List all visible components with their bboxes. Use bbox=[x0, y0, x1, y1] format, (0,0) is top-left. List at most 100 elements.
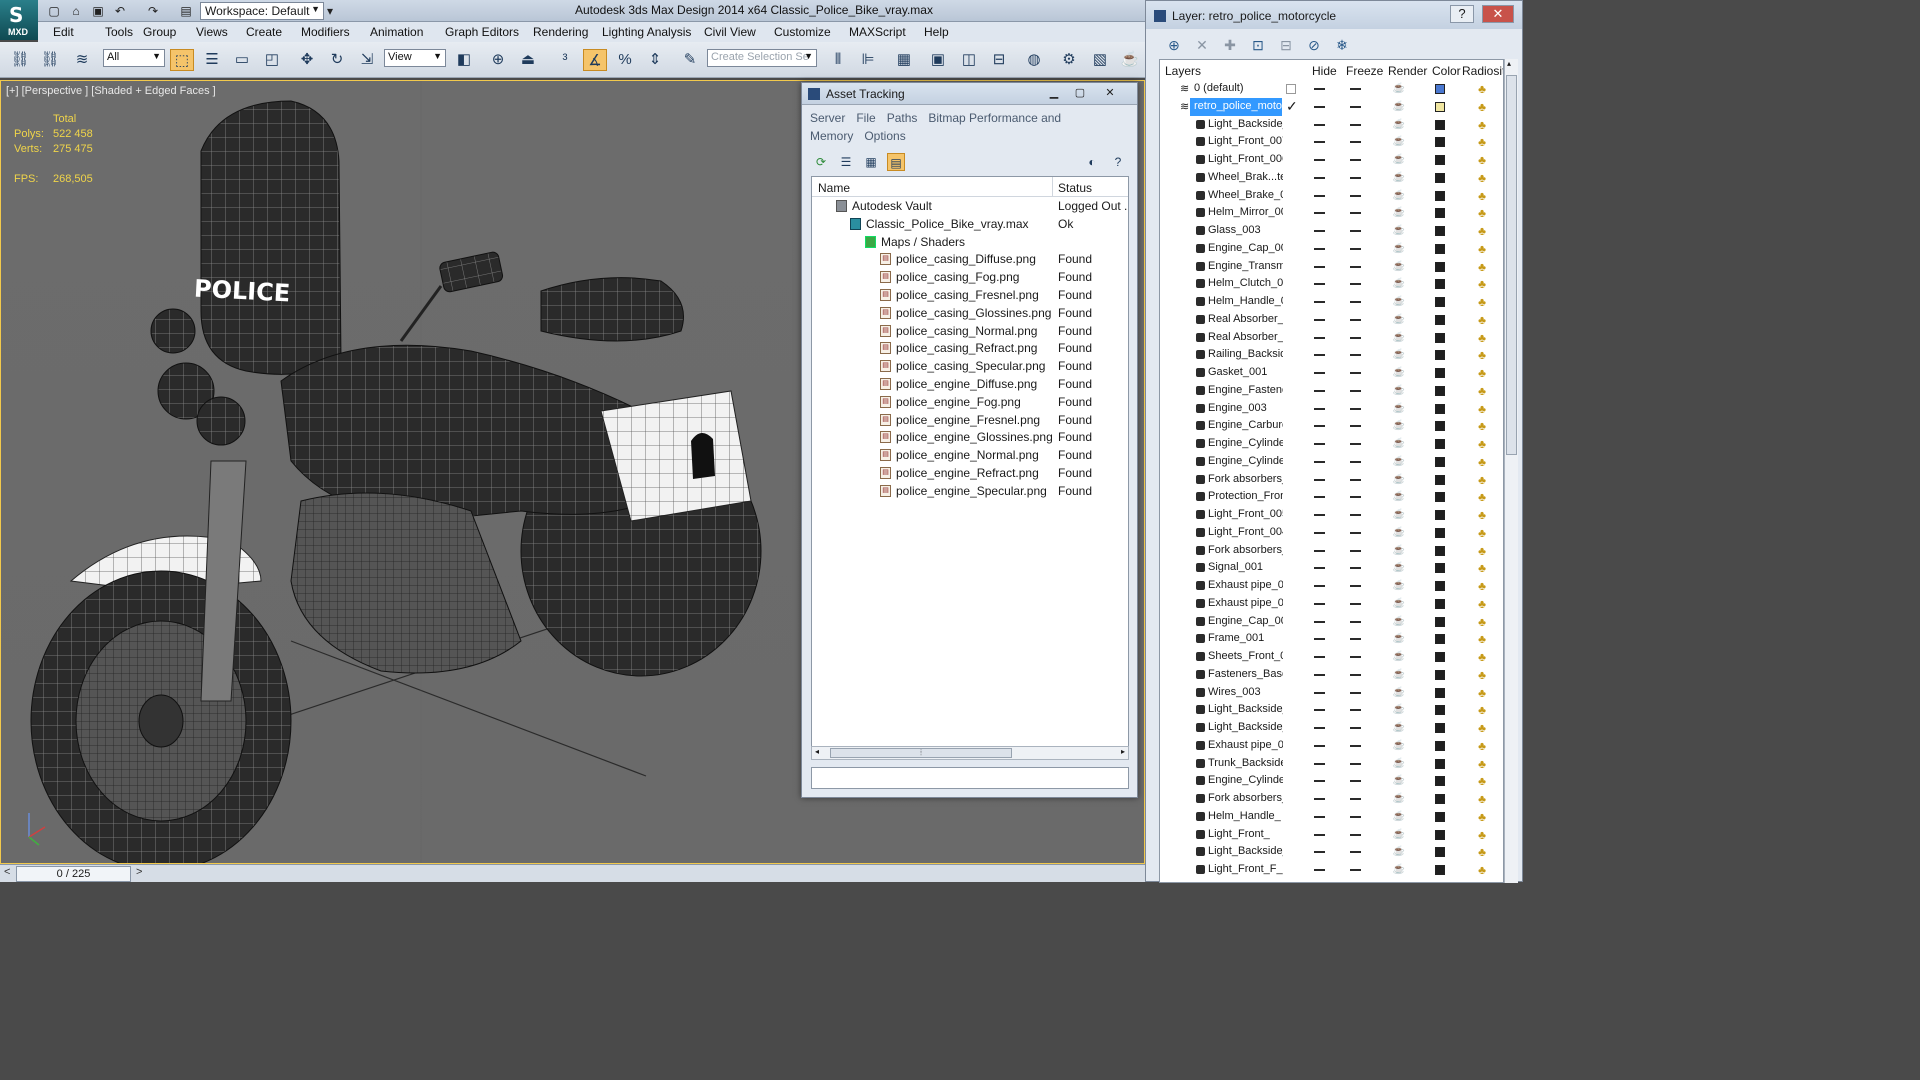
hide-toggle[interactable] bbox=[1314, 478, 1325, 481]
curve-editor-icon[interactable]: ◫ bbox=[957, 49, 981, 71]
render-teapot-icon[interactable]: ☕ bbox=[1392, 651, 1406, 662]
hide-all-icon[interactable]: ⊘ bbox=[1304, 35, 1324, 55]
layer-object-row[interactable]: Wheel_Brake_00 ☕ ♣ bbox=[1160, 187, 1503, 205]
color-swatch[interactable] bbox=[1435, 421, 1445, 432]
freeze-toggle[interactable] bbox=[1350, 372, 1361, 374]
color-swatch[interactable] bbox=[1435, 581, 1445, 591]
radiosity-icon[interactable]: ♣ bbox=[1474, 276, 1490, 292]
hide-toggle[interactable] bbox=[1314, 780, 1325, 783]
app-logo-button[interactable]: S MXD bbox=[0, 0, 38, 40]
material-editor-icon[interactable]: ◍ bbox=[1022, 49, 1046, 71]
radiosity-icon[interactable]: ♣ bbox=[1474, 205, 1490, 221]
reference-coordinate-dropdown[interactable]: View ▼ bbox=[384, 49, 446, 67]
render-teapot-icon[interactable]: ☕ bbox=[1392, 687, 1406, 698]
freeze-toggle[interactable] bbox=[1350, 798, 1361, 800]
freeze-toggle[interactable] bbox=[1350, 88, 1361, 90]
freeze-toggle[interactable] bbox=[1350, 301, 1361, 303]
hide-toggle[interactable] bbox=[1314, 194, 1325, 197]
render-teapot-icon[interactable]: ☕ bbox=[1392, 722, 1406, 733]
layer-object-row[interactable]: Helm_Handle_ ☕ ♣ bbox=[1160, 808, 1503, 826]
asset-row[interactable]: ▤ police_casing_Normal.png Found bbox=[812, 322, 1128, 340]
scroll-right-icon[interactable]: ▸ bbox=[1121, 747, 1125, 756]
freeze-toggle[interactable] bbox=[1350, 620, 1361, 623]
radiosity-icon[interactable]: ♣ bbox=[1474, 667, 1490, 683]
asset-menu-file[interactable]: File bbox=[856, 111, 875, 125]
hide-toggle[interactable] bbox=[1314, 869, 1325, 871]
hide-toggle[interactable] bbox=[1314, 620, 1325, 623]
hide-toggle[interactable] bbox=[1314, 602, 1325, 605]
freeze-toggle[interactable] bbox=[1350, 531, 1361, 534]
freeze-toggle[interactable] bbox=[1350, 780, 1361, 783]
redo-icon[interactable]: ↷ bbox=[145, 3, 161, 19]
color-swatch[interactable] bbox=[1435, 616, 1445, 627]
snaps-toggle-icon[interactable]: ³ bbox=[553, 49, 577, 71]
layer-row-active[interactable]: ≋ retro_police_motorc ✓ ☕ ♣ bbox=[1160, 97, 1503, 116]
layer-object-row[interactable]: Light_Backside_M ☕ ♣ bbox=[1160, 843, 1503, 861]
color-swatch[interactable] bbox=[1435, 705, 1445, 716]
hide-toggle[interactable] bbox=[1314, 105, 1325, 108]
color-swatch[interactable] bbox=[1435, 563, 1445, 574]
layer-object-row[interactable]: Glass_003 ☕ ♣ bbox=[1160, 222, 1503, 240]
new-file-icon[interactable]: ▢ bbox=[46, 3, 62, 19]
radiosity-icon[interactable]: ♣ bbox=[1474, 702, 1490, 718]
freeze-toggle[interactable] bbox=[1350, 496, 1361, 499]
asset-row[interactable]: ▤ police_engine_Glossines.png Found bbox=[812, 428, 1128, 446]
freeze-toggle[interactable] bbox=[1350, 514, 1361, 516]
schematic-view-icon[interactable]: ⊟ bbox=[987, 49, 1011, 71]
layer-object-row[interactable]: Engine_Cap_004 ☕ ♣ bbox=[1160, 240, 1503, 258]
menu-animation[interactable]: Animation bbox=[370, 25, 423, 39]
hide-toggle[interactable] bbox=[1314, 549, 1325, 552]
asset-row[interactable]: ▤ police_engine_Fresnel.png Found bbox=[812, 411, 1128, 429]
radiosity-icon[interactable]: ♣ bbox=[1474, 347, 1490, 363]
radiosity-icon[interactable]: ♣ bbox=[1474, 614, 1490, 630]
layer-object-row[interactable]: Exhaust pipe_00 ☕ ♣ bbox=[1160, 595, 1503, 613]
color-swatch[interactable] bbox=[1435, 84, 1445, 94]
layer-object-row[interactable]: Light_Front_007 ☕ ♣ bbox=[1160, 133, 1503, 151]
asset-row[interactable]: ▤ police_casing_Glossines.png Found bbox=[812, 304, 1128, 322]
color-swatch[interactable] bbox=[1435, 598, 1445, 609]
render-teapot-icon[interactable]: ☕ bbox=[1392, 403, 1406, 414]
radiosity-icon[interactable]: ♣ bbox=[1474, 259, 1490, 275]
asset-row[interactable]: ▤ police_casing_Diffuse.png Found bbox=[812, 250, 1128, 268]
hide-toggle[interactable] bbox=[1314, 425, 1325, 428]
render-teapot-icon[interactable]: ☕ bbox=[1392, 598, 1406, 609]
radiosity-icon[interactable]: ♣ bbox=[1474, 489, 1490, 505]
radiosity-icon[interactable]: ♣ bbox=[1474, 560, 1490, 576]
color-swatch[interactable] bbox=[1435, 385, 1445, 396]
render-teapot-icon[interactable]: ☕ bbox=[1392, 136, 1406, 147]
render-teapot-icon[interactable]: ☕ bbox=[1392, 101, 1406, 112]
column-divider[interactable] bbox=[1052, 177, 1053, 197]
menu-maxscript[interactable]: MAXScript bbox=[849, 25, 906, 39]
layer-object-row[interactable]: Exhaust pipe_00 ☕ ♣ bbox=[1160, 577, 1503, 595]
asset-row[interactable]: Classic_Police_Bike_vray.max Ok bbox=[812, 215, 1128, 233]
hide-toggle[interactable] bbox=[1314, 354, 1325, 357]
rotate-icon[interactable]: ↻ bbox=[325, 49, 349, 71]
radiosity-icon[interactable]: ♣ bbox=[1474, 312, 1490, 328]
freeze-toggle[interactable] bbox=[1350, 425, 1361, 428]
radiosity-icon[interactable]: ♣ bbox=[1474, 596, 1490, 612]
hide-toggle[interactable] bbox=[1314, 656, 1325, 658]
mirror-icon[interactable]: ⫴ bbox=[826, 49, 850, 71]
thumbnail-view-icon[interactable]: ▦ bbox=[862, 153, 880, 171]
render-teapot-icon[interactable]: ☕ bbox=[1392, 846, 1406, 857]
scrollbar-thumb[interactable] bbox=[1506, 75, 1517, 455]
workspace-dropdown[interactable]: Workspace: Default ▼ bbox=[200, 2, 324, 20]
highlight-layer-icon[interactable]: ⊟ bbox=[1276, 35, 1296, 55]
scene-explorer-icon[interactable]: ▣ bbox=[926, 49, 950, 71]
unlink-icon[interactable]: ⛓ bbox=[38, 49, 62, 71]
layer-object-row[interactable]: Wires_003 ☕ ♣ bbox=[1160, 684, 1503, 702]
menu-modifiers[interactable]: Modifiers bbox=[301, 25, 350, 39]
hide-toggle[interactable] bbox=[1314, 283, 1325, 286]
layer-object-row[interactable]: Engine_003 ☕ ♣ bbox=[1160, 400, 1503, 418]
render-teapot-icon[interactable]: ☕ bbox=[1392, 474, 1406, 485]
render-teapot-icon[interactable]: ☕ bbox=[1392, 509, 1406, 520]
render-teapot-icon[interactable]: ☕ bbox=[1392, 349, 1406, 360]
menu-create[interactable]: Create bbox=[246, 25, 282, 39]
asset-row[interactable]: ▤ police_casing_Fresnel.png Found bbox=[812, 286, 1128, 304]
radiosity-icon[interactable]: ♣ bbox=[1474, 472, 1490, 488]
layer-object-row[interactable]: Light_Backside_0 ☕ ♣ bbox=[1160, 116, 1503, 134]
previous-frame-icon[interactable]: < bbox=[4, 866, 10, 878]
move-icon[interactable]: ✥ bbox=[295, 49, 319, 71]
color-swatch[interactable] bbox=[1435, 119, 1445, 130]
color-swatch[interactable] bbox=[1435, 669, 1445, 680]
